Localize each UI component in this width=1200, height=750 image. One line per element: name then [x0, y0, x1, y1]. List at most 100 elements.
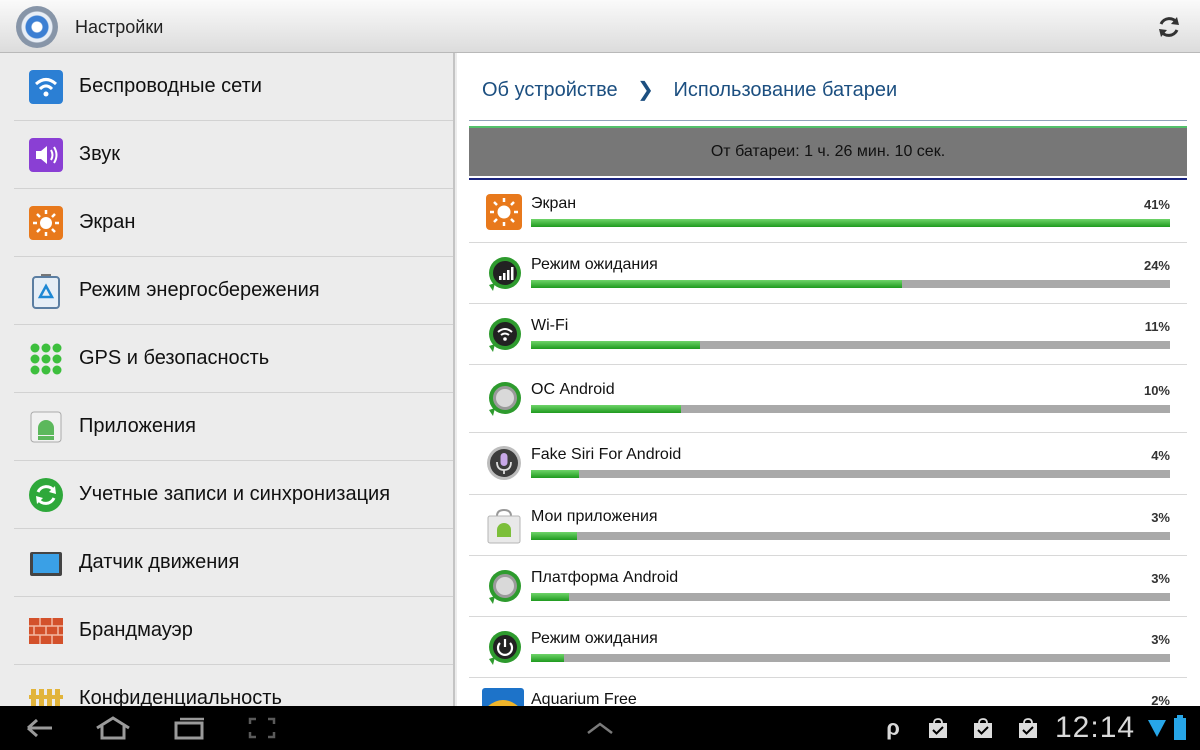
- tablet-motion-icon: [30, 552, 62, 576]
- usage-bar: [531, 405, 1170, 413]
- battery-status-icon: [1174, 715, 1186, 740]
- usage-bar-fill: [531, 654, 565, 662]
- sidebar-item-accounts-sync[interactable]: Учетные записи и синхронизация: [14, 461, 453, 529]
- battery-item-name: Экран: [531, 195, 577, 212]
- microphone-icon: [487, 446, 521, 480]
- sidebar-item-label: Конфиденциальность: [79, 687, 282, 706]
- battery-summary-text: От батареи: 1 ч. 26 мин. 10 сек.: [710, 143, 946, 160]
- battery-list-item[interactable]: Платформа Android 3%: [469, 556, 1187, 617]
- usage-bar-fill: [531, 280, 902, 288]
- battery-item-name: Режим ожидания: [531, 630, 658, 647]
- usage-bar-fill: [531, 405, 682, 413]
- battery-item-name: Мои приложения: [531, 508, 658, 525]
- android-box-icon: [30, 411, 62, 443]
- sidebar-item-firewall[interactable]: Брандмауэр: [14, 597, 453, 665]
- home-button[interactable]: [93, 714, 133, 742]
- sidebar-item-label: Экран: [79, 211, 136, 233]
- wifi-icon: [29, 70, 63, 104]
- notification-bag-1[interactable]: [926, 714, 950, 742]
- screenshot-button[interactable]: [245, 714, 279, 742]
- sidebar-item-display[interactable]: Экран: [14, 189, 453, 257]
- usage-bar-fill: [531, 532, 577, 540]
- battery-item-name: ОС Android: [531, 381, 615, 398]
- notification-bag-3[interactable]: [1016, 714, 1040, 742]
- battery-item-percent: 3%: [1151, 632, 1170, 647]
- recent-apps-button[interactable]: [172, 714, 208, 742]
- wifi-status: [1146, 714, 1168, 742]
- battery-summary-graph[interactable]: От батареи: 1 ч. 26 мин. 10 сек.: [469, 126, 1187, 176]
- usage-bar-fill: [531, 593, 570, 601]
- battery-list-item[interactable]: Мои приложения 3%: [469, 495, 1187, 556]
- usage-bar-fill: [531, 341, 701, 349]
- sidebar-item-power-saving[interactable]: Режим энергосбережения: [14, 257, 453, 325]
- android-os-icon: [489, 570, 521, 604]
- sidebar-item-gps-security[interactable]: GPS и безопасность: [14, 325, 453, 393]
- notification-bag-2[interactable]: [971, 714, 995, 742]
- usage-bar: [531, 470, 1170, 478]
- battery-list-item[interactable]: Режим ожидания 3%: [469, 617, 1187, 678]
- sync-icon: [29, 478, 63, 512]
- breadcrumb-parent[interactable]: Об устройстве: [482, 79, 618, 101]
- sidebar-item-sound[interactable]: Звук: [14, 121, 453, 189]
- sidebar-item-label: Датчик движения: [79, 551, 240, 573]
- battery-list-item[interactable]: Aquarium Free 2%: [469, 678, 1187, 706]
- battery-item-name: Aquarium Free: [531, 691, 637, 706]
- notifications-tray-button[interactable]: [583, 714, 617, 742]
- p-notification[interactable]: ρ: [882, 714, 904, 742]
- back-button[interactable]: [22, 714, 56, 742]
- usage-bar: [531, 532, 1170, 540]
- breadcrumb: Об устройстве ❯ Использование батареи: [482, 77, 897, 102]
- usage-bar: [531, 219, 1170, 227]
- sidebar-item-privacy[interactable]: Конфиденциальность: [14, 665, 453, 706]
- battery-item-percent: 24%: [1143, 258, 1170, 273]
- battery-usage-panel: Об устройстве ❯ Использование батареи От…: [457, 53, 1200, 706]
- battery-item-percent: 3%: [1151, 510, 1170, 525]
- divider: [469, 178, 1187, 180]
- title-bar: Настройки: [0, 0, 1200, 53]
- battery-item-name: Wi-Fi: [531, 317, 569, 334]
- battery-status: [1172, 714, 1188, 742]
- battery-saver-icon: [32, 274, 60, 309]
- sidebar-item-wireless[interactable]: Беспроводные сети: [14, 53, 453, 121]
- battery-item-name: Fake Siri For Android: [531, 446, 682, 463]
- sidebar-item-label: Звук: [79, 143, 121, 165]
- refresh-button[interactable]: [1150, 10, 1188, 44]
- breadcrumb-current: Использование батареи: [673, 79, 898, 101]
- divider: [469, 120, 1187, 121]
- wifi-dark-icon: [489, 318, 521, 352]
- shop-bag-icon: [974, 718, 992, 738]
- battery-item-percent: 11%: [1144, 319, 1170, 334]
- firewall-icon: [29, 618, 63, 644]
- sidebar-item-applications[interactable]: Приложения: [14, 393, 453, 461]
- app-title: Настройки: [75, 17, 164, 37]
- usage-bar: [531, 593, 1170, 601]
- battery-list-item[interactable]: Экран 41%: [469, 181, 1187, 243]
- sidebar-item-label: Режим энергосбережения: [79, 279, 320, 301]
- usage-bar-fill: [531, 219, 1170, 227]
- app-bag-icon: [487, 508, 521, 544]
- sidebar-item-motion[interactable]: Датчик движения: [14, 529, 453, 597]
- wifi-status-icon: [1148, 720, 1166, 737]
- battery-list-item[interactable]: ОС Android 10%: [469, 365, 1187, 433]
- battery-list-item[interactable]: Wi-Fi 11%: [469, 304, 1187, 365]
- shop-bag-icon: [1019, 718, 1037, 738]
- recent-apps-icon: [174, 717, 204, 740]
- battery-list-item[interactable]: Fake Siri For Android 4%: [469, 433, 1187, 495]
- p-notification-icon: ρ: [886, 715, 900, 740]
- battery-item-percent: 10%: [1143, 383, 1170, 398]
- brightness-icon: [29, 206, 63, 240]
- speaker-icon: [29, 138, 63, 172]
- battery-item-percent: 4%: [1151, 448, 1170, 463]
- battery-item-percent: 2%: [1151, 693, 1170, 706]
- system-navigation-bar: ρ 12:14: [0, 706, 1200, 750]
- sidebar-item-label: Беспроводные сети: [79, 75, 262, 97]
- android-os-icon: [489, 382, 521, 416]
- aquarium-icon: [482, 688, 524, 706]
- back-icon: [27, 718, 52, 738]
- battery-list-item[interactable]: Режим ожидания 24%: [469, 243, 1187, 304]
- settings-app-icon[interactable]: [16, 6, 58, 48]
- home-icon: [96, 716, 130, 740]
- status-clock[interactable]: 12:14: [1055, 711, 1135, 745]
- usage-bar: [531, 654, 1170, 662]
- usage-bar: [531, 280, 1170, 288]
